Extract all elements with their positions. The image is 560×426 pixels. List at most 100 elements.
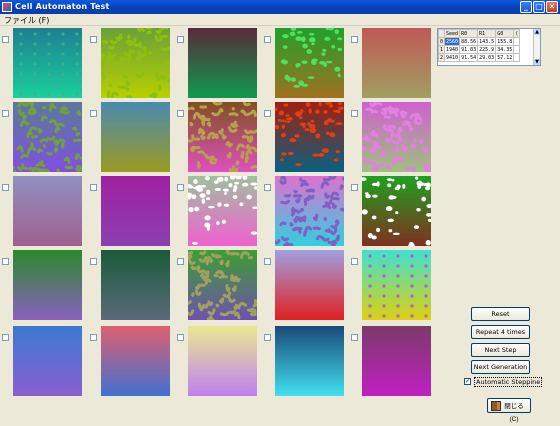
cell-pattern [188,250,257,320]
cell-select-checkbox[interactable] [264,334,271,341]
cell-tile[interactable] [2,176,82,246]
cell-tile[interactable] [264,250,344,320]
scroll-down-icon[interactable]: ▼ [534,59,540,65]
cell-pattern [188,326,257,396]
cell-select-checkbox[interactable] [177,184,184,191]
table-cell[interactable]: 9410 [444,53,461,62]
close-button[interactable]: 閉じる(C) [487,398,531,423]
cell-tile[interactable] [177,102,257,172]
cell-pattern [13,326,82,396]
cell-select-checkbox[interactable] [2,110,9,117]
title-bar: Cell Automaton Test _ □ ✕ [0,0,560,14]
parameter-table[interactable]: Seed R0 R1 G0 ( 0 2560 88.56 143.5 155.8… [437,28,541,66]
table-row[interactable]: 2 9410 91.54 29.03 57.12 [438,53,521,62]
cell-tile[interactable] [90,250,170,320]
auto-stepping-checkbox[interactable]: ✔ [464,378,471,385]
cell-tile[interactable] [264,102,344,172]
cell-tile[interactable] [90,176,170,246]
cell-select-checkbox[interactable] [177,334,184,341]
cell-select-checkbox[interactable] [351,36,358,43]
cell-select-checkbox[interactable] [90,184,97,191]
next-generation-button[interactable]: Next Generation [471,360,530,374]
cell-pattern [13,250,82,320]
cell-tile[interactable] [2,326,82,396]
cell-select-checkbox[interactable] [264,110,271,117]
close-window-button[interactable]: ✕ [546,1,558,13]
menu-file[interactable]: ファイル (F) [4,15,49,26]
table-cell[interactable]: 1940 [444,45,461,54]
cell-tile[interactable] [264,28,344,98]
table-header: ( [513,29,521,38]
cell-select-checkbox[interactable] [351,258,358,265]
table-cell[interactable]: 225.9 [477,45,497,54]
cell-tile[interactable] [264,176,344,246]
auto-stepping-row[interactable]: ✔ Automatic Steppine [464,377,543,387]
cell-select-checkbox[interactable] [90,258,97,265]
cell-select-checkbox[interactable] [2,184,9,191]
cell-select-checkbox[interactable] [264,184,271,191]
cell-tile[interactable] [351,28,431,98]
cell-tile[interactable] [351,102,431,172]
table-cell[interactable]: 91.54 [459,53,479,62]
cell-select-checkbox[interactable] [2,334,9,341]
cell-select-checkbox[interactable] [177,36,184,43]
cell-pattern [275,326,344,396]
cell-tile[interactable] [90,28,170,98]
cell-tile[interactable] [177,326,257,396]
auto-stepping-label[interactable]: Automatic Steppine [474,377,543,387]
table-cell[interactable]: 143.5 [477,37,497,46]
table-cell[interactable] [513,37,521,46]
table-cell[interactable] [513,53,521,62]
cell-tile[interactable] [2,102,82,172]
cell-select-checkbox[interactable] [351,110,358,117]
scroll-up-icon[interactable]: ▲ [534,29,540,35]
maximize-button[interactable]: □ [533,1,545,13]
table-cell[interactable]: 88.56 [459,37,479,46]
window-title: Cell Automaton Test [15,2,110,11]
cell-select-checkbox[interactable] [90,110,97,117]
app-icon [2,2,12,12]
cell-select-checkbox[interactable] [2,258,9,265]
cell-select-checkbox[interactable] [264,36,271,43]
close-button-label: 閉じる(C) [504,403,524,423]
cell-tile[interactable] [351,176,431,246]
table-header: R0 [459,29,479,38]
cell-select-checkbox[interactable] [90,36,97,43]
cell-tile[interactable] [2,28,82,98]
cell-tile[interactable] [264,326,344,396]
minimize-button[interactable]: _ [520,1,532,13]
cell-select-checkbox[interactable] [90,334,97,341]
table-scrollbar[interactable]: ▲ ▼ [533,29,540,65]
table-cell[interactable]: 34.35 [495,45,515,54]
table-header: G0 [495,29,515,38]
table-cell[interactable]: 155.8 [495,37,515,46]
menu-bar: ファイル (F) [0,14,560,26]
cell-tile[interactable] [90,102,170,172]
cell-tile[interactable] [177,250,257,320]
table-row[interactable]: 0 2560 88.56 143.5 155.8 [438,37,521,46]
reset-button[interactable]: Reset [471,307,530,321]
next-step-button[interactable]: Next Step [471,343,530,357]
table-cell[interactable]: 91.03 [459,45,479,54]
cell-tile[interactable] [351,326,431,396]
cell-tile[interactable] [177,176,257,246]
repeat-button[interactable]: Repeat 4 times [471,325,530,339]
table-cell[interactable] [513,45,521,54]
table-row[interactable]: 1 1940 91.03 225.9 34.35 [438,45,521,54]
table-cell[interactable]: 57.12 [495,53,515,62]
cell-tile[interactable] [351,250,431,320]
table-cell[interactable]: 2560 [444,37,461,46]
cell-pattern [13,28,82,98]
cell-tile[interactable] [2,250,82,320]
cell-select-checkbox[interactable] [2,36,9,43]
cell-pattern [101,326,170,396]
cell-select-checkbox[interactable] [177,110,184,117]
cell-select-checkbox[interactable] [351,334,358,341]
cell-pattern [101,102,170,172]
cell-select-checkbox[interactable] [351,184,358,191]
table-cell[interactable]: 29.03 [477,53,497,62]
cell-select-checkbox[interactable] [177,258,184,265]
cell-select-checkbox[interactable] [264,258,271,265]
cell-tile[interactable] [177,28,257,98]
cell-tile[interactable] [90,326,170,396]
